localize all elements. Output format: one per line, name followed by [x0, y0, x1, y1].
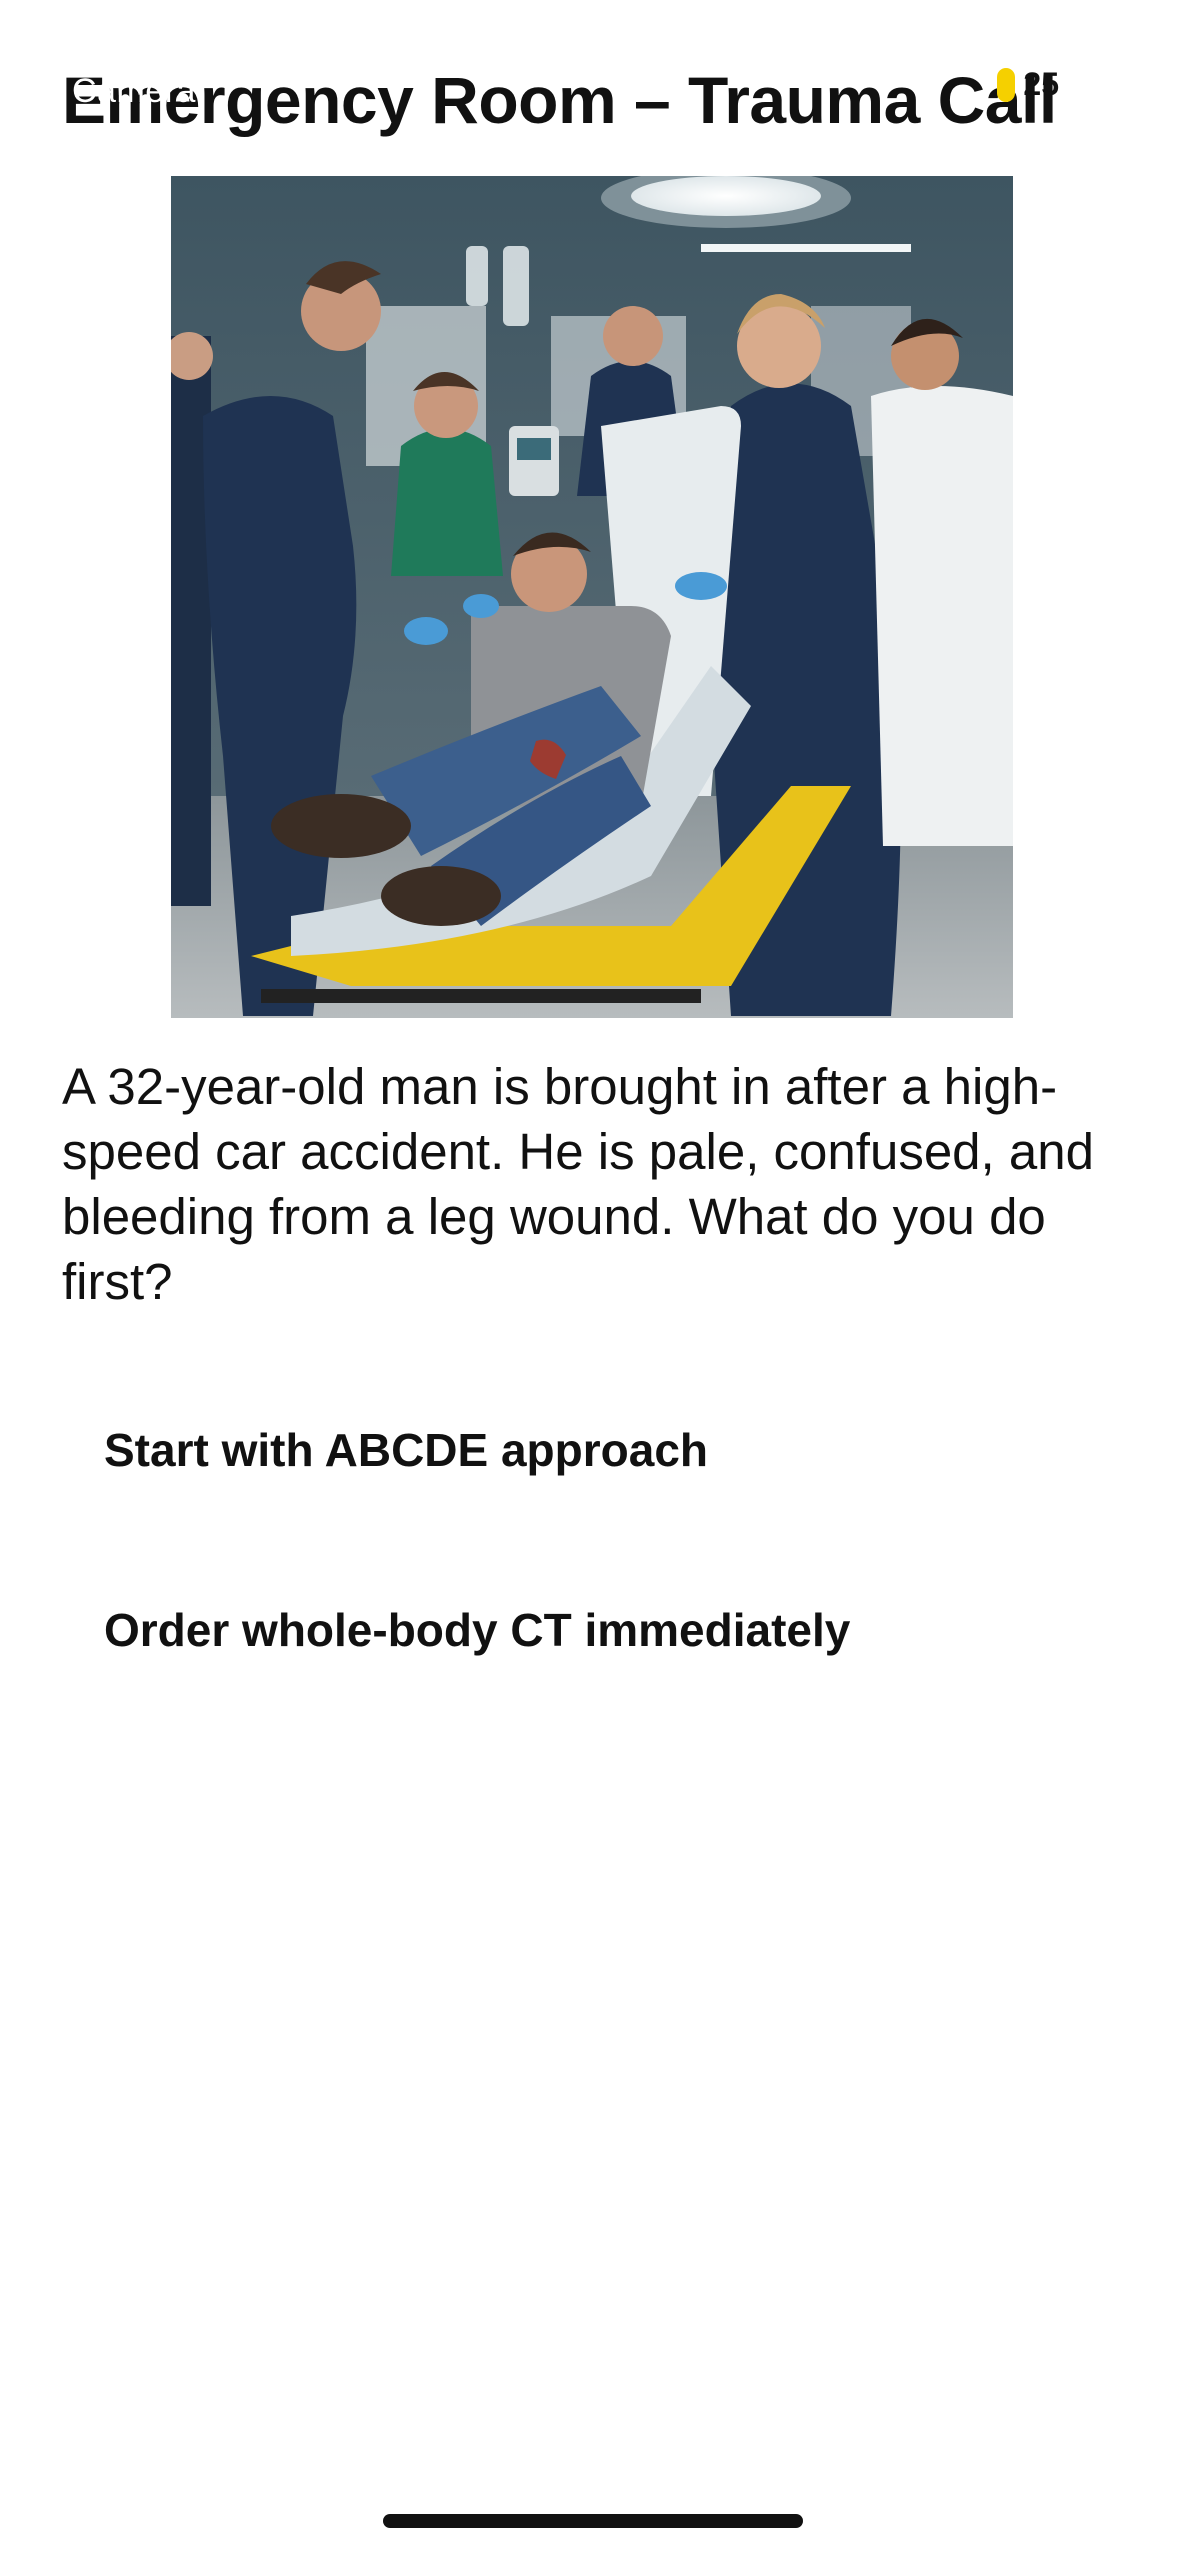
- status-badge: 25: [1023, 66, 1059, 102]
- home-indicator[interactable]: [383, 2514, 803, 2528]
- status-indicator: 25: [997, 66, 1059, 103]
- choice-ct-button[interactable]: Order whole-body CT immediately: [62, 1560, 1117, 1700]
- status-carrier: Camera: [72, 72, 196, 110]
- trauma-room-illustration-icon: [171, 176, 1013, 1018]
- question-text: A 32-year-old man is brought in after a …: [62, 1058, 1094, 1310]
- scene-image: [171, 176, 1013, 1018]
- page-title: Emergency Room – Trauma Call: [62, 63, 1057, 137]
- answer-choices: Start with ABCDE approach Order whole-bo…: [62, 1380, 1117, 1740]
- choice-abcde-button[interactable]: Start with ABCDE approach: [62, 1380, 1117, 1520]
- recording-dot-icon: [997, 67, 1016, 102]
